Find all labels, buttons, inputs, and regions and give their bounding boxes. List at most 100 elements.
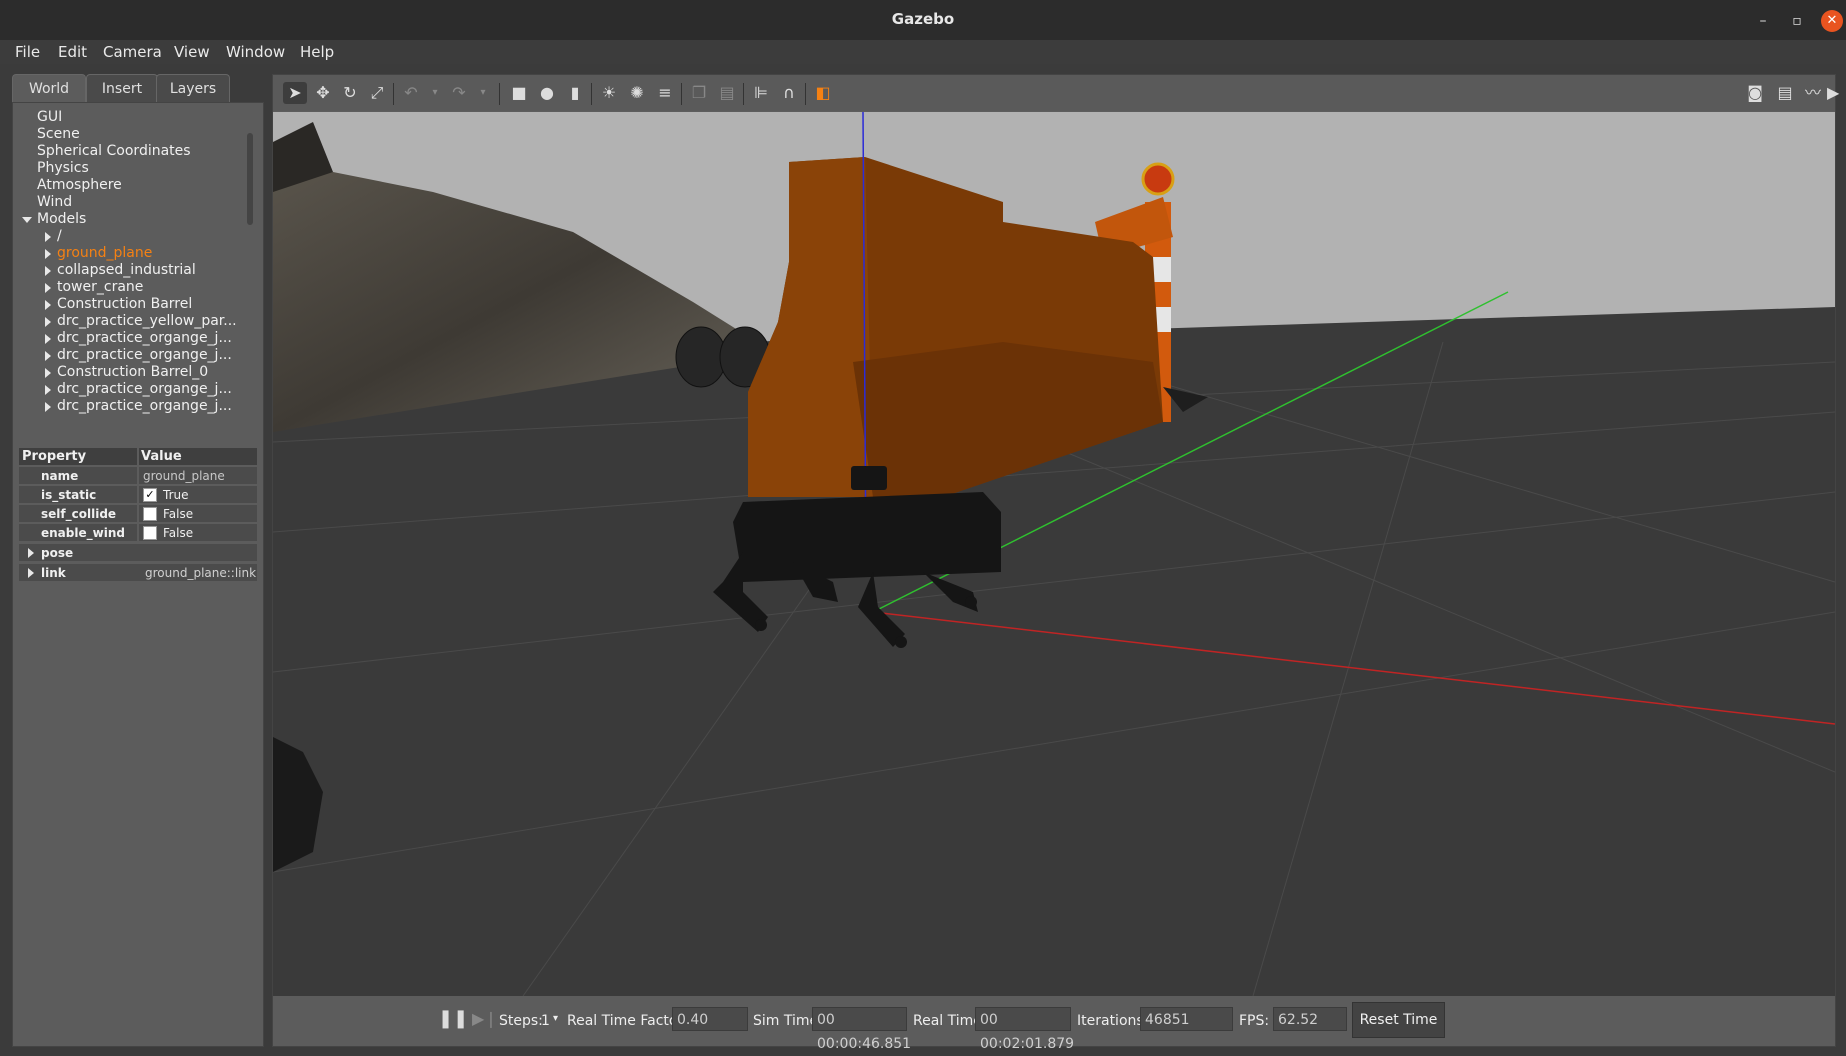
tab-insert[interactable]: Insert bbox=[86, 74, 158, 103]
expand-arrow-icon[interactable] bbox=[45, 266, 51, 276]
expand-arrow-icon[interactable] bbox=[45, 232, 51, 242]
snap-icon[interactable]: ∩ bbox=[777, 82, 801, 104]
log-icon[interactable]: ▤ bbox=[1773, 82, 1797, 104]
left-panel: World Insert Layers GUI Scene Spherical Co… bbox=[12, 74, 264, 1047]
menu-view[interactable]: View bbox=[174, 43, 210, 61]
tree-item-label: Spherical Coordinates bbox=[37, 143, 191, 159]
property-value: True bbox=[163, 488, 189, 502]
scene-toolbar: ➤ ✥ ↻ ⤢ ↶ ▾ ↷ ▾ ■ ● ▮ ☀ ✺ ≡ ❐ ▤ ⊫ ∩ ◧ ◙ … bbox=[273, 75, 1839, 111]
tree-item-label: collapsed_industrial bbox=[57, 262, 196, 278]
undo-icon[interactable]: ↶ bbox=[399, 82, 423, 104]
tree-item[interactable]: / bbox=[45, 228, 62, 244]
tab-layers[interactable]: Layers bbox=[156, 74, 230, 103]
reset-time-button[interactable]: Reset Time bbox=[1352, 1002, 1445, 1038]
cylinder-shape-icon[interactable]: ▮ bbox=[563, 82, 587, 104]
video-record-icon[interactable]: ▶ bbox=[1827, 82, 1839, 104]
step-icon[interactable]: ▶❘ bbox=[472, 1008, 498, 1030]
property-row[interactable]: is_static ✓ True bbox=[19, 486, 257, 504]
property-row[interactable]: name ground_plane bbox=[19, 467, 257, 485]
property-row[interactable]: link ground_plane::link bbox=[19, 564, 257, 582]
tree-item[interactable]: Wind bbox=[37, 194, 72, 210]
tree-item[interactable]: drc_practice_yellow_par... bbox=[45, 313, 237, 329]
close-icon[interactable]: ✕ bbox=[1821, 10, 1843, 32]
point-light-icon[interactable]: ☀ bbox=[597, 82, 621, 104]
tree-item[interactable]: drc_practice_organge_j... bbox=[45, 347, 232, 363]
expand-arrow-icon[interactable] bbox=[28, 548, 34, 558]
menu-bar: File Edit Camera View Window Help bbox=[0, 40, 1846, 64]
redo-icon[interactable]: ↷ bbox=[447, 82, 471, 104]
tree-item[interactable]: tower_crane bbox=[45, 279, 143, 295]
undo-dropdown-icon[interactable]: ▾ bbox=[423, 82, 447, 104]
tree-item[interactable]: Atmosphere bbox=[37, 177, 122, 193]
fps-field: 62.52 bbox=[1273, 1007, 1347, 1031]
tree-item[interactable]: Construction Barrel_0 bbox=[45, 364, 208, 380]
expand-arrow-icon[interactable] bbox=[45, 283, 51, 293]
align-icon[interactable]: ⊫ bbox=[749, 82, 773, 104]
3d-scene-viewport[interactable] bbox=[273, 112, 1835, 996]
redo-dropdown-icon[interactable]: ▾ bbox=[471, 82, 495, 104]
tree-item[interactable]: Spherical Coordinates bbox=[37, 143, 191, 159]
directional-light-icon[interactable]: ≡ bbox=[653, 82, 677, 104]
menu-window[interactable]: Window bbox=[226, 43, 285, 61]
rotate-mode-icon[interactable]: ↻ bbox=[338, 82, 362, 104]
menu-edit[interactable]: Edit bbox=[58, 43, 87, 61]
scale-mode-icon[interactable]: ⤢ bbox=[365, 82, 389, 104]
tree-item[interactable]: GUI bbox=[37, 109, 62, 125]
property-name: link bbox=[41, 566, 66, 580]
property-value[interactable]: ground_plane bbox=[143, 469, 225, 483]
expand-arrow-icon[interactable] bbox=[45, 317, 51, 327]
screenshot-icon[interactable]: ◙ bbox=[1743, 82, 1767, 104]
sim-time-field: 00 00:00:46.851 bbox=[812, 1007, 911, 1052]
change-view-icon[interactable]: ◧ bbox=[811, 82, 835, 104]
sphere-shape-icon[interactable]: ● bbox=[535, 82, 559, 104]
property-row[interactable]: pose bbox=[19, 544, 257, 562]
tree-item[interactable]: ground_plane bbox=[45, 245, 152, 261]
expand-arrow-icon[interactable] bbox=[45, 300, 51, 310]
steps-value[interactable]: 1 bbox=[541, 1013, 550, 1029]
paste-icon[interactable]: ▤ bbox=[715, 82, 739, 104]
tree-scrollbar[interactable] bbox=[247, 133, 253, 225]
property-checkbox[interactable]: ✓ bbox=[143, 488, 157, 502]
property-row[interactable]: self_collide False bbox=[19, 505, 257, 523]
tree-item-label: Construction Barrel bbox=[57, 296, 193, 312]
tree-item[interactable]: Construction Barrel bbox=[45, 296, 193, 312]
tab-world[interactable]: World bbox=[12, 74, 86, 103]
expand-arrow-icon[interactable] bbox=[45, 402, 51, 412]
pause-icon[interactable]: ❚❚ bbox=[438, 1008, 468, 1030]
steps-dropdown-icon[interactable]: ▾ bbox=[553, 1013, 558, 1024]
tree-item[interactable]: drc_practice_organge_j... bbox=[45, 330, 232, 346]
property-value: ground_plane::link bbox=[145, 566, 257, 580]
tree-item[interactable]: drc_practice_organge_j... bbox=[45, 398, 232, 414]
viewport-frame: ➤ ✥ ↻ ⤢ ↶ ▾ ↷ ▾ ■ ● ▮ ☀ ✺ ≡ ❐ ▤ ⊫ ∩ ◧ ◙ … bbox=[272, 74, 1839, 1052]
expand-arrow-icon[interactable] bbox=[45, 351, 51, 361]
copy-icon[interactable]: ❐ bbox=[687, 82, 711, 104]
collapse-arrow-icon[interactable] bbox=[22, 217, 32, 223]
menu-camera[interactable]: Camera bbox=[103, 43, 162, 61]
tree-item[interactable]: collapsed_industrial bbox=[45, 262, 196, 278]
tree-item[interactable]: Scene bbox=[37, 126, 80, 142]
world-tree[interactable]: GUI Scene Spherical Coordinates Physics Atmo… bbox=[19, 109, 255, 419]
property-row[interactable]: enable_wind False bbox=[19, 524, 257, 542]
minimize-icon[interactable]: – bbox=[1752, 10, 1774, 32]
tree-item[interactable]: Physics bbox=[37, 160, 89, 176]
property-name: self_collide bbox=[41, 507, 117, 521]
tree-item[interactable]: Models bbox=[22, 211, 86, 227]
tree-item[interactable]: drc_practice_organge_j... bbox=[45, 381, 232, 397]
expand-arrow-icon[interactable] bbox=[45, 334, 51, 344]
select-mode-icon[interactable]: ➤ bbox=[283, 82, 307, 104]
translate-mode-icon[interactable]: ✥ bbox=[311, 82, 335, 104]
box-shape-icon[interactable]: ■ bbox=[507, 82, 531, 104]
property-checkbox[interactable] bbox=[143, 507, 157, 521]
menu-help[interactable]: Help bbox=[300, 43, 334, 61]
expand-arrow-icon[interactable] bbox=[28, 568, 34, 578]
spot-light-icon[interactable]: ✺ bbox=[625, 82, 649, 104]
expand-arrow-icon[interactable] bbox=[45, 385, 51, 395]
property-header: Property Value bbox=[19, 448, 257, 466]
property-checkbox[interactable] bbox=[143, 526, 157, 540]
menu-file[interactable]: File bbox=[15, 43, 40, 61]
expand-arrow-icon[interactable] bbox=[45, 249, 51, 259]
plot-icon[interactable]: 〰 bbox=[1801, 82, 1825, 104]
maximize-icon[interactable]: ▫ bbox=[1786, 10, 1808, 32]
expand-arrow-icon[interactable] bbox=[45, 368, 51, 378]
tree-item-label: drc_practice_yellow_par... bbox=[57, 313, 237, 329]
